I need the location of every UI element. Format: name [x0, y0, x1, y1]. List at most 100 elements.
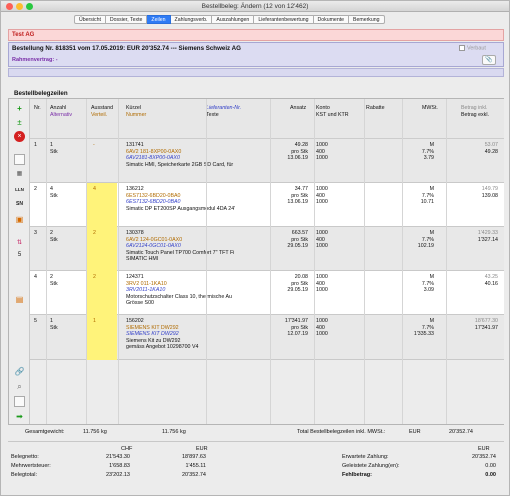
cell-mw3: 3.79 [423, 155, 434, 161]
tab-bemerkung[interactable]: Bemerkung [349, 15, 385, 24]
belegtotal-label: Belegtotal: [11, 472, 37, 478]
column-divider [206, 99, 207, 424]
cell-b2: 49.28 [484, 148, 498, 155]
window: Bestellbeleg: Ändern (12 von 12'462) Übe… [0, 0, 510, 496]
cell-ausstand: 1 [93, 318, 96, 324]
page-icon[interactable] [14, 396, 25, 407]
col-betrag-exkl[interactable]: Betrag exkl. [461, 112, 489, 119]
cell-ausstand: - [93, 142, 95, 148]
order-title: Bestellung Nr. 818351 vom 17.05.2019: EU… [12, 45, 241, 52]
table-row[interactable]: 4 2 Stk 2 124371 3RV2 011-1KA10 3RV2011-1KA10 M… [30, 271, 504, 315]
col-texte[interactable]: Texte [206, 112, 219, 119]
col-alternativ[interactable]: Alternativ [50, 112, 72, 119]
cell-ktr: 1000 [316, 199, 328, 205]
col-mwst[interactable]: MWSt. [422, 105, 438, 112]
table-row[interactable]: 3 2 Stk 2 130378 6AV2 124-0GC01-0AX0 6AV2124-0… [30, 227, 504, 271]
cell-mw3: 102.19 [417, 243, 434, 249]
erwartete-value: 20'352.74 [472, 454, 496, 460]
summary-panel: CHF EUR Belegnetto: 21'543.30 18'897.63 … [8, 441, 504, 493]
cell-ktr: 1000 [316, 331, 328, 337]
netto-eur: 18'897.63 [182, 454, 206, 460]
cell-datum: 29.05.19 [287, 287, 308, 293]
cell-mw3: 10.71 [420, 199, 434, 205]
table-row[interactable]: 1 1 Stk -131741 6AV2 181-8XP00-0AX0 6AV2181-8… [30, 139, 504, 183]
rahmenvertrag-link[interactable]: Rahmenvertrag: - [12, 57, 58, 63]
cell-b2: 40.16 [484, 280, 498, 287]
section-title: Bestellbelegzeilen [14, 90, 68, 97]
cell-text: Simatic DP ET200SP Ausgangsmodul 4DA 24' [126, 205, 236, 212]
belegtotal-chf: 23'202.13 [106, 472, 130, 478]
gewicht-value-1: 11.756 kg [83, 429, 107, 435]
empty-rows-area [30, 360, 504, 424]
add-sub-icon[interactable]: ± [14, 117, 25, 128]
sort-icon[interactable]: ⇅ [14, 238, 25, 249]
eur-right-header: EUR [478, 446, 490, 452]
cell-ktr: 1000 [316, 155, 328, 161]
col-nr[interactable]: Nr. [34, 105, 41, 112]
side-count: 5 [17, 252, 22, 258]
erwartete-label: Erwartete Zahlung: [342, 454, 389, 460]
tab-lieferantenbewertung[interactable]: Lieferantenbewertung [254, 15, 314, 24]
cell-text2: gemäss Angebot 10298700 V4 [126, 344, 199, 350]
tab-dossier-texte[interactable]: Dossier, Texte [105, 15, 148, 24]
cell-datum: 13.06.19 [287, 155, 308, 161]
copy-icon[interactable] [14, 154, 25, 165]
tab-dokumente[interactable]: Dokumente [313, 15, 350, 24]
link-icon[interactable]: 🔗 [14, 366, 25, 377]
col-rabatte[interactable]: Rabatte [366, 105, 385, 112]
export-icon[interactable]: ➡ [14, 411, 25, 422]
tab-uebersicht[interactable]: Übersicht [74, 15, 106, 24]
cell-text2: SIMATIC HMI [126, 256, 159, 262]
cell-ktr: 1000 [316, 243, 328, 249]
search-icon[interactable]: ⌕ [14, 381, 25, 392]
column-divider [270, 99, 271, 424]
delete-row-icon[interactable]: × [14, 131, 25, 142]
mwst-chf: 1'658.83 [109, 463, 130, 469]
tab-zahlungsverb[interactable]: Zahlungsverb. [170, 15, 213, 24]
verbaut-label: Verbaut [467, 45, 486, 52]
cell-b2: 17'341.97 [474, 324, 498, 331]
belegtotal-eur: 20'352.74 [182, 472, 206, 478]
column-divider [364, 99, 365, 424]
cell-einheit: Stk [50, 192, 58, 199]
cell-einheit: Stk [50, 324, 58, 331]
col-kst-ktr[interactable]: KST und KTR [316, 112, 349, 119]
col-verteil[interactable]: Verteil. [91, 112, 107, 119]
cell-einheit: Stk [50, 280, 58, 287]
tab-auszahlungen[interactable]: Auszahlungen [212, 15, 255, 24]
company-banner: Test AG [8, 29, 504, 41]
col-nummer[interactable]: Nummer [126, 112, 146, 119]
col-ansatz[interactable]: Ansatz [290, 105, 306, 112]
cell-ausstand: 2 [93, 230, 96, 236]
attachment-button[interactable]: 📎 [482, 55, 496, 65]
cell-nr: 1 [34, 142, 37, 148]
mwst-eur: 1'455.11 [185, 463, 206, 469]
table-row[interactable]: 5 1 Stk 1 156202 SIEMENS KIT DW292 SIEMENS KIT… [30, 315, 504, 360]
geleistet-value: 0.00 [485, 463, 496, 469]
ausstand-highlight [86, 227, 117, 271]
window-title: Bestellbeleg: Ändern (12 von 12'462) [201, 3, 309, 10]
checkbox-icon[interactable] [459, 45, 465, 51]
table-row[interactable]: 2 4 Stk 4 136212 6ES7132-6BD20-0BA0 6ES7132-6B… [30, 183, 504, 227]
cell-einheit: Stk [50, 236, 58, 243]
box-icon[interactable]: ▣ [14, 214, 25, 225]
verbaut-checkbox[interactable]: Verbaut [459, 45, 486, 51]
tab-zeilen[interactable]: Zeilen [147, 15, 171, 24]
column-divider [446, 99, 447, 424]
sn-icon[interactable]: SN [14, 199, 25, 210]
netto-chf: 21'543.30 [106, 454, 130, 460]
row-toolbar: + ± × ▦ LLN SN ▣ ⇅ 5 ▤ 🔗 ⌕ ➡ [9, 99, 30, 424]
import-icon[interactable]: ▤ [14, 294, 25, 305]
total-currency: EUR [409, 429, 421, 435]
weight-total-bar: Gesamtgewicht: 11.756 kg 11.756 kg Total… [1, 427, 509, 438]
add-row-icon[interactable]: + [14, 103, 25, 114]
fehlbetrag-value: 0.00 [485, 472, 496, 478]
lln-icon[interactable]: LLN [14, 184, 25, 195]
netto-label: Belegnetto: [11, 454, 39, 460]
cell-b2: 139.08 [481, 192, 498, 199]
ausstand-highlight [86, 183, 117, 227]
table-icon[interactable]: ▦ [14, 169, 25, 180]
gewicht-value-2: 11.756 kg [162, 429, 186, 435]
cell-mw3: 3.09 [423, 287, 434, 293]
table-header: Nr. Anzahl Alternativ Ausstand Verteil. … [30, 99, 504, 139]
